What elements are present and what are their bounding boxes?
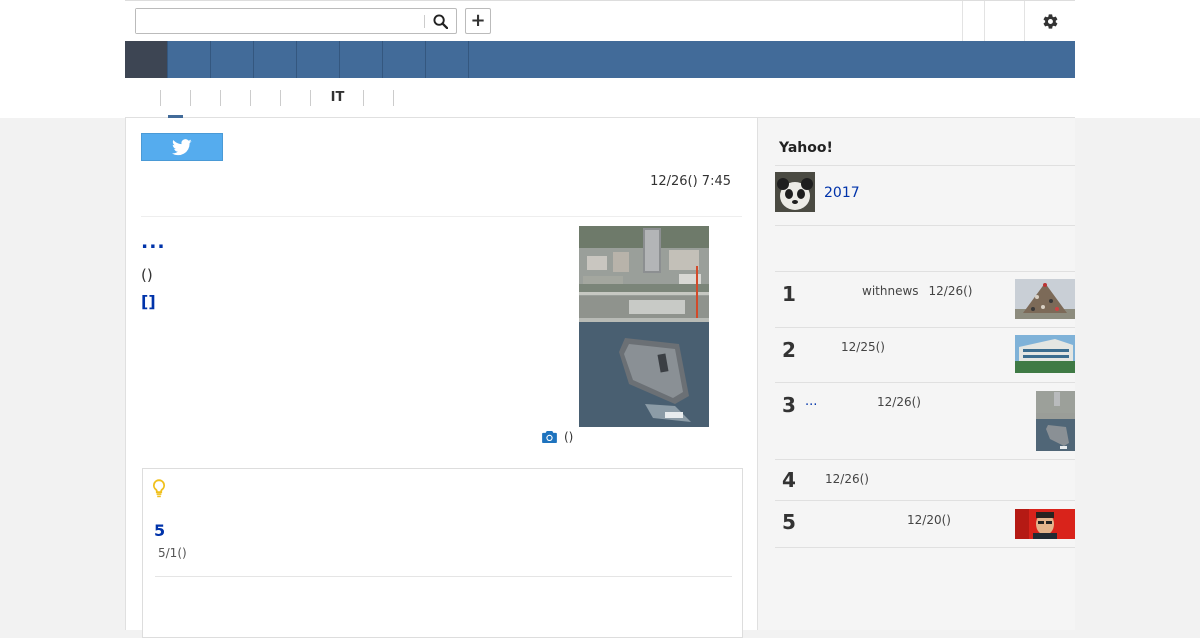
photo-caption-link[interactable]: () xyxy=(542,430,573,444)
search-icon xyxy=(432,13,448,29)
gear-icon xyxy=(1043,13,1057,29)
rank-number: 4 xyxy=(782,468,796,492)
ranking-meta: 12/25() xyxy=(841,340,885,354)
nav-item[interactable] xyxy=(297,41,340,78)
ranking-item[interactable]: 4 12/26() xyxy=(775,460,1075,500)
related-articles-box: 5 5/1() xyxy=(142,468,743,638)
category-tab[interactable] xyxy=(363,90,394,106)
toolbar-divider xyxy=(962,1,963,41)
category-tab[interactable] xyxy=(250,90,281,106)
ranking-date: 12/26() xyxy=(825,472,869,486)
divider xyxy=(155,576,732,577)
article-source: () xyxy=(141,266,153,284)
twitter-icon xyxy=(172,138,192,155)
ranking-thumbnail xyxy=(1036,391,1075,451)
ranking-date: 12/26() xyxy=(928,284,973,298)
main-nav xyxy=(125,41,1075,78)
category-tab[interactable] xyxy=(280,90,311,106)
nav-item[interactable] xyxy=(254,41,297,78)
lightbulb-icon xyxy=(153,479,165,498)
ranking-thumbnail xyxy=(1015,279,1075,319)
ranking-date: 12/20() xyxy=(907,513,951,527)
ranking-date: 12/25() xyxy=(841,340,885,354)
nav-item[interactable] xyxy=(340,41,383,78)
search-button[interactable] xyxy=(424,9,456,33)
divider xyxy=(775,547,1075,548)
ranking-item[interactable]: 5 12/20() xyxy=(775,501,1075,547)
camera-icon xyxy=(542,431,557,443)
aircraft-carrier-photo xyxy=(579,226,709,427)
ranking-meta: 12/20() xyxy=(907,513,951,527)
related-article-date: 5/1() xyxy=(158,546,187,560)
ranking-thumbnail xyxy=(1015,509,1075,539)
ranking-date: 12/26() xyxy=(877,395,921,409)
sidebar-heading: Yahoo! xyxy=(779,140,833,156)
related-article-link[interactable]: 5 xyxy=(154,521,165,540)
rank-number: 1 xyxy=(782,282,796,306)
search-input[interactable] xyxy=(136,9,424,33)
nav-item[interactable] xyxy=(426,41,469,78)
ranking-source: withnews xyxy=(862,284,919,298)
settings-button[interactable] xyxy=(1025,1,1075,41)
toolbar-divider xyxy=(984,1,985,41)
divider xyxy=(775,165,1075,166)
add-button[interactable]: + xyxy=(465,8,491,34)
rank-number: 3 xyxy=(782,393,796,417)
nav-item[interactable] xyxy=(168,41,211,78)
ranking-item[interactable]: 1 withnews 12/26() xyxy=(775,272,1075,327)
ranking-meta: 12/26() xyxy=(825,472,869,486)
sidebar: Yahoo! 2017 1 withnews 12/26() 2 12/25()… xyxy=(758,118,1075,630)
nav-item[interactable] xyxy=(383,41,426,78)
category-tab[interactable] xyxy=(190,90,221,106)
rank-number: 2 xyxy=(782,338,796,362)
photo-caption-text: () xyxy=(564,430,574,444)
nav-item-home[interactable] xyxy=(125,41,168,78)
feature-article-link[interactable]: 2017 xyxy=(824,185,860,201)
article-photo[interactable] xyxy=(579,226,709,427)
category-nav: IT xyxy=(125,78,1075,118)
nav-item[interactable] xyxy=(211,41,254,78)
ranking-thumbnail xyxy=(1015,335,1075,373)
divider xyxy=(141,216,742,217)
ranking-meta: withnews 12/26() xyxy=(862,284,972,298)
search-box xyxy=(135,8,457,34)
tweet-button[interactable] xyxy=(141,133,223,161)
article-detail-link[interactable]: [] xyxy=(141,292,156,311)
article-title-link[interactable]: ... xyxy=(141,231,166,253)
ranking-meta: 12/26() xyxy=(877,395,921,409)
divider xyxy=(775,225,1075,226)
category-tab[interactable] xyxy=(160,90,191,106)
category-tab[interactable] xyxy=(220,90,251,106)
article-date: 12/26() 7:45 xyxy=(650,174,731,189)
article-column: 12/26() 7:45 ... () [] () 5 5/1() xyxy=(125,118,758,638)
ranking-title-link[interactable]: ... xyxy=(805,394,817,409)
category-tab-it[interactable]: IT xyxy=(310,90,364,106)
ranking-item[interactable]: 2 12/25() xyxy=(775,328,1075,383)
toolbar: + xyxy=(125,0,1075,41)
rank-number: 5 xyxy=(782,510,796,534)
category-divider xyxy=(393,90,395,106)
panda-thumbnail[interactable] xyxy=(775,172,815,212)
ranking-item[interactable]: 3 ... 12/26() xyxy=(775,383,1075,459)
